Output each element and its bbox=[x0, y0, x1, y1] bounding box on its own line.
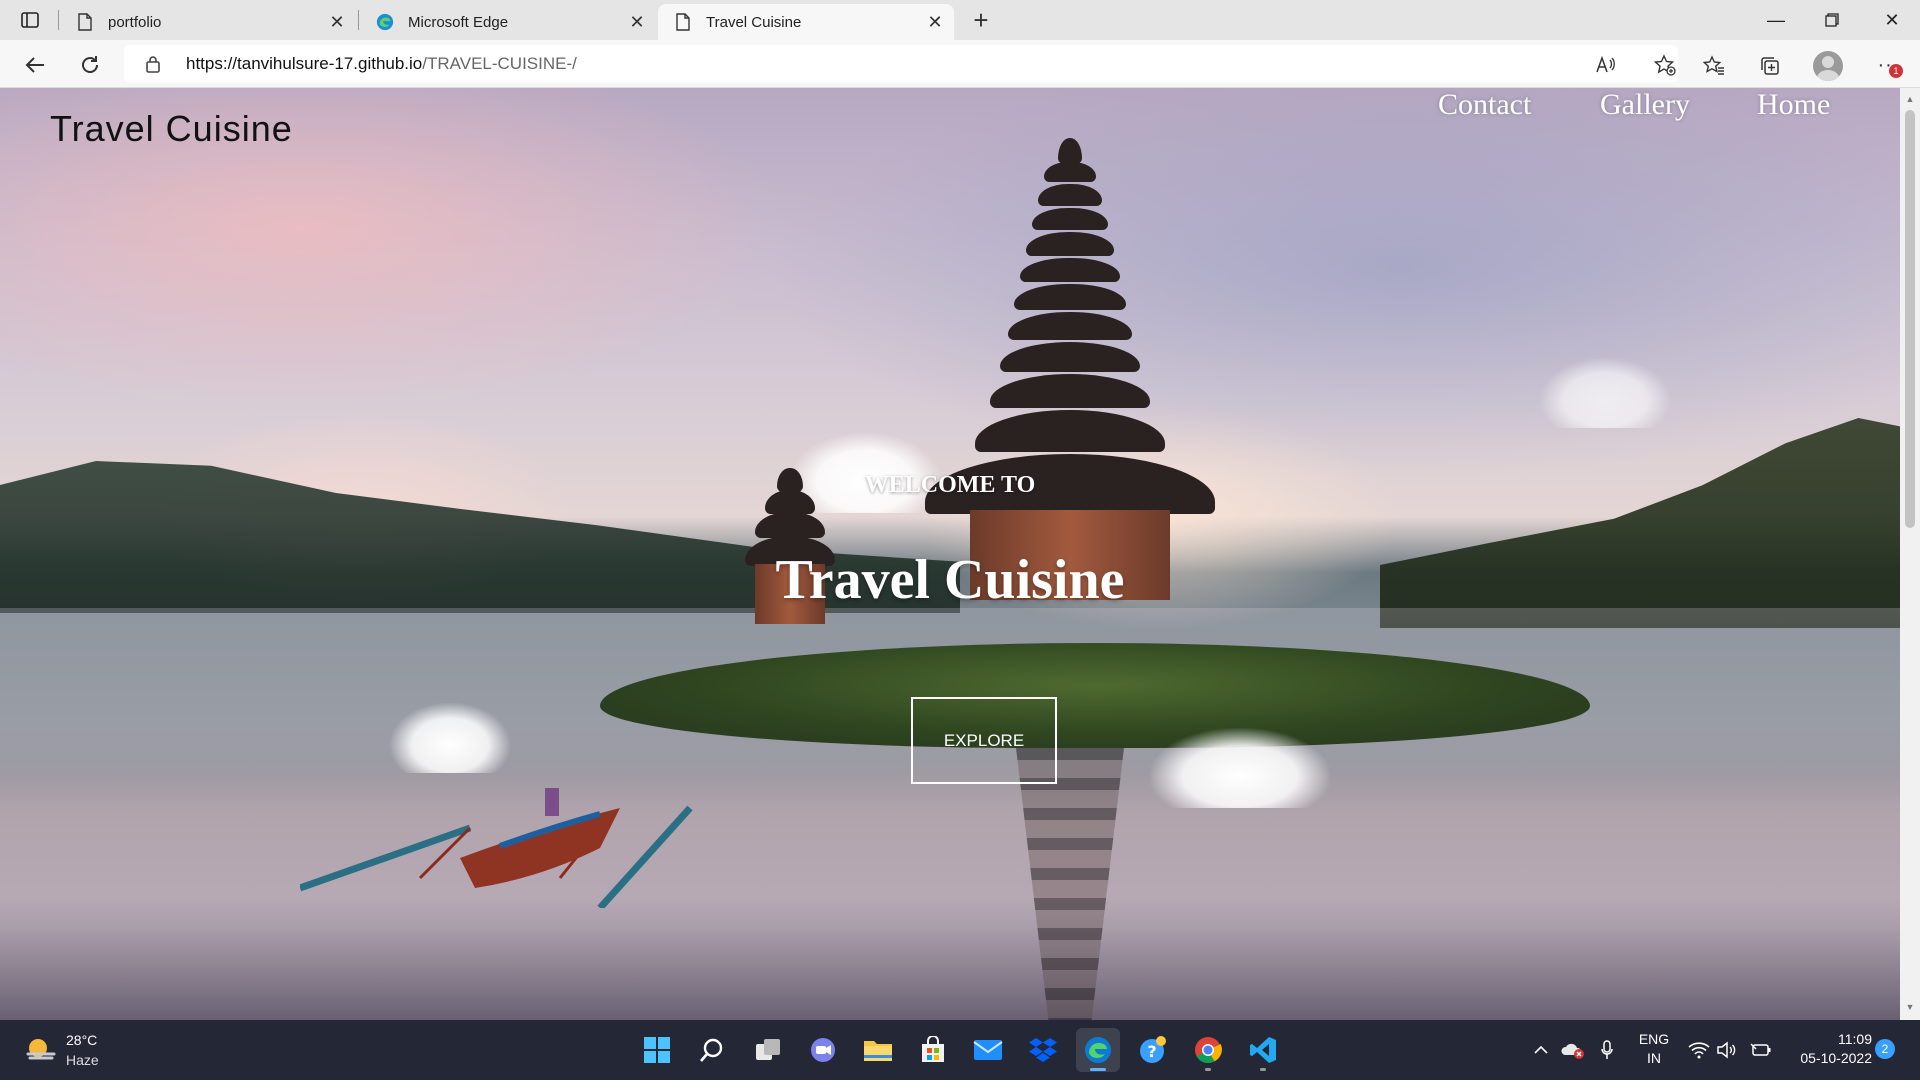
close-tab-icon[interactable]: ✕ bbox=[922, 9, 948, 35]
show-hidden-icons-chevron-icon[interactable] bbox=[1530, 1038, 1552, 1062]
nav-link-home[interactable]: Home bbox=[1757, 88, 1830, 122]
tab-label: Travel Cuisine bbox=[706, 13, 802, 31]
favorites-icon[interactable] bbox=[1700, 52, 1728, 80]
add-favorite-icon[interactable] bbox=[1653, 53, 1677, 77]
hero-section: Travel Cuisine Contact Gallery Home WELC… bbox=[0, 88, 1900, 1020]
cloud-decoration bbox=[1150, 728, 1330, 808]
input-language-indicator[interactable]: ENG IN bbox=[1632, 1030, 1676, 1068]
scroll-up-arrow-icon[interactable]: ▲ bbox=[1900, 92, 1920, 106]
battery-charging-icon[interactable] bbox=[1748, 1038, 1774, 1062]
windows-start-icon[interactable] bbox=[635, 1028, 679, 1072]
running-indicator bbox=[1260, 1068, 1266, 1071]
refresh-button[interactable] bbox=[73, 48, 107, 82]
notification-badge: 1 bbox=[1889, 64, 1903, 78]
windows-taskbar: 28°C Haze ? ENG IN 11:09 05-10-2022 2 bbox=[0, 1020, 1920, 1080]
scroll-down-arrow-icon[interactable]: ▼ bbox=[1900, 1000, 1920, 1014]
task-view-icon[interactable] bbox=[746, 1028, 790, 1072]
tab-portfolio[interactable]: portfolio ✕ bbox=[60, 4, 356, 40]
dropbox-icon[interactable] bbox=[1021, 1028, 1065, 1072]
running-indicator bbox=[1205, 1068, 1211, 1071]
get-help-icon[interactable]: ? bbox=[1131, 1028, 1175, 1072]
clock-time: 11:09 bbox=[1838, 1031, 1872, 1047]
weather-temperature[interactable]: 28°C bbox=[66, 1032, 97, 1048]
weather-description[interactable]: Haze bbox=[66, 1052, 99, 1068]
lock-icon[interactable] bbox=[144, 54, 162, 74]
url-text[interactable]: https://tanvihulsure-17.github.io/TRAVEL… bbox=[186, 54, 577, 74]
edge-icon[interactable] bbox=[1076, 1028, 1120, 1072]
microsoft-store-icon[interactable] bbox=[911, 1028, 955, 1072]
tab-microsoft-edge[interactable]: Microsoft Edge ✕ bbox=[360, 4, 656, 40]
collections-icon[interactable] bbox=[1756, 52, 1784, 80]
notification-center-badge[interactable]: 2 bbox=[1875, 1039, 1895, 1059]
system-clock[interactable]: 11:09 05-10-2022 bbox=[1780, 1030, 1872, 1068]
clock-date: 05-10-2022 bbox=[1800, 1050, 1872, 1066]
site-logo[interactable]: Travel Cuisine bbox=[50, 108, 293, 150]
running-indicator bbox=[1090, 1068, 1106, 1071]
read-aloud-icon[interactable] bbox=[1594, 53, 1618, 77]
nav-link-gallery[interactable]: Gallery bbox=[1600, 88, 1690, 122]
edge-icon bbox=[376, 12, 394, 32]
page-icon bbox=[674, 12, 692, 32]
explore-button[interactable]: EXPLORE bbox=[911, 697, 1057, 784]
tab-label: Microsoft Edge bbox=[408, 13, 509, 31]
profile-avatar[interactable] bbox=[1813, 51, 1843, 81]
onedrive-sync-error-icon[interactable] bbox=[1560, 1038, 1586, 1062]
tab-travel-cuisine[interactable]: Travel Cuisine ✕ bbox=[658, 4, 954, 40]
new-tab-button[interactable]: + bbox=[966, 5, 996, 35]
address-bar[interactable]: https://tanvihulsure-17.github.io/TRAVEL… bbox=[124, 45, 1678, 83]
tab-strip: portfolio ✕ Microsoft Edge ✕ Travel Cuis… bbox=[0, 0, 1920, 40]
welcome-heading: WELCOME TO bbox=[864, 472, 1036, 498]
close-tab-icon[interactable]: ✕ bbox=[324, 9, 350, 35]
tab-separator bbox=[58, 10, 59, 30]
microphone-icon[interactable] bbox=[1596, 1038, 1618, 1062]
nav-link-contact[interactable]: Contact bbox=[1438, 88, 1531, 122]
weather-haze-icon[interactable] bbox=[24, 1034, 58, 1064]
mail-icon[interactable] bbox=[966, 1028, 1010, 1072]
boat-image bbox=[300, 788, 693, 908]
cloud-decoration bbox=[390, 703, 510, 773]
tab-actions-menu-icon[interactable] bbox=[18, 9, 42, 31]
wifi-icon[interactable] bbox=[1686, 1038, 1712, 1062]
teams-chat-icon[interactable] bbox=[801, 1028, 845, 1072]
navigation-toolbar: https://tanvihulsure-17.github.io/TRAVEL… bbox=[0, 40, 1920, 88]
vscode-icon[interactable] bbox=[1241, 1028, 1285, 1072]
language-code: ENG bbox=[1638, 1031, 1670, 1047]
region-code: IN bbox=[1647, 1050, 1661, 1066]
tab-label: portfolio bbox=[108, 13, 162, 31]
minimize-button[interactable]: — bbox=[1748, 0, 1804, 40]
back-button[interactable] bbox=[18, 48, 52, 82]
file-explorer-icon[interactable] bbox=[856, 1028, 900, 1072]
page-scrollbar[interactable]: ▲ ▼ bbox=[1900, 88, 1920, 1020]
close-tab-icon[interactable]: ✕ bbox=[624, 9, 650, 35]
restore-button[interactable] bbox=[1804, 0, 1860, 40]
volume-icon[interactable] bbox=[1714, 1038, 1740, 1062]
svg-text:?: ? bbox=[1147, 1042, 1156, 1061]
page-icon bbox=[76, 12, 94, 32]
hero-title: Travel Cuisine bbox=[775, 549, 1125, 611]
scroll-thumb[interactable] bbox=[1905, 110, 1915, 528]
cloud-decoration bbox=[1540, 358, 1670, 428]
search-icon[interactable] bbox=[690, 1028, 734, 1072]
close-window-button[interactable]: ✕ bbox=[1864, 0, 1920, 40]
chrome-icon[interactable] bbox=[1186, 1028, 1230, 1072]
tab-separator bbox=[358, 10, 359, 30]
